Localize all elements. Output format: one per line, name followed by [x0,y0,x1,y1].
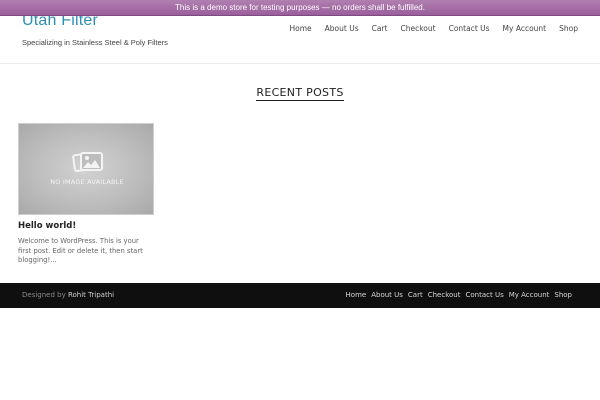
nav-cart-link[interactable]: Cart [372,24,388,33]
site-description: Specializing in Stainless Steel & Poly F… [22,38,168,47]
image-placeholder-icon [72,151,103,173]
nav-my-account-link[interactable]: My Account [503,24,547,33]
post-thumbnail[interactable]: NO IMAGE AVAILABLE [18,123,154,215]
nav-checkout-link[interactable]: Checkout [400,24,435,33]
post-card: NO IMAGE AVAILABLE Hello world! Welcome … [18,123,155,266]
footer-nav-about-us-link[interactable]: About Us [371,291,403,299]
site-footer: Designed by Rohit Tripathi Home About Us… [0,283,600,308]
main-navigation: Home About Us Cart Checkout Contact Us M… [290,24,579,33]
thumbnail-placeholder-text: NO IMAGE AVAILABLE [50,178,124,186]
recent-posts-heading-wrap: RECENT POSTS [0,83,600,101]
footer-nav-shop-link[interactable]: Shop [554,291,572,299]
footer-author-link[interactable]: Rohit Tripathi [68,291,114,299]
nav-shop-link[interactable]: Shop [559,24,578,33]
footer-nav-contact-us-link[interactable]: Contact Us [465,291,503,299]
post-excerpt: Welcome to WordPress. This is your first… [18,237,143,264]
footer-credit: Designed by Rohit Tripathi [22,291,114,299]
demo-store-notice: This is a demo store for testing purpose… [0,0,600,16]
nav-about-us-link[interactable]: About Us [325,24,359,33]
nav-home-link[interactable]: Home [290,24,312,33]
footer-designed-by-label: Designed by [22,291,66,299]
nav-contact-us-link[interactable]: Contact Us [449,24,490,33]
footer-navigation: Home About Us Cart Checkout Contact Us M… [346,291,572,299]
footer-nav-my-account-link[interactable]: My Account [509,291,550,299]
recent-posts-heading: RECENT POSTS [256,86,344,101]
footer-nav-home-link[interactable]: Home [346,291,367,299]
post-title-link[interactable]: Hello world! [18,221,155,231]
footer-nav-cart-link[interactable]: Cart [408,291,423,299]
footer-nav-checkout-link[interactable]: Checkout [428,291,461,299]
